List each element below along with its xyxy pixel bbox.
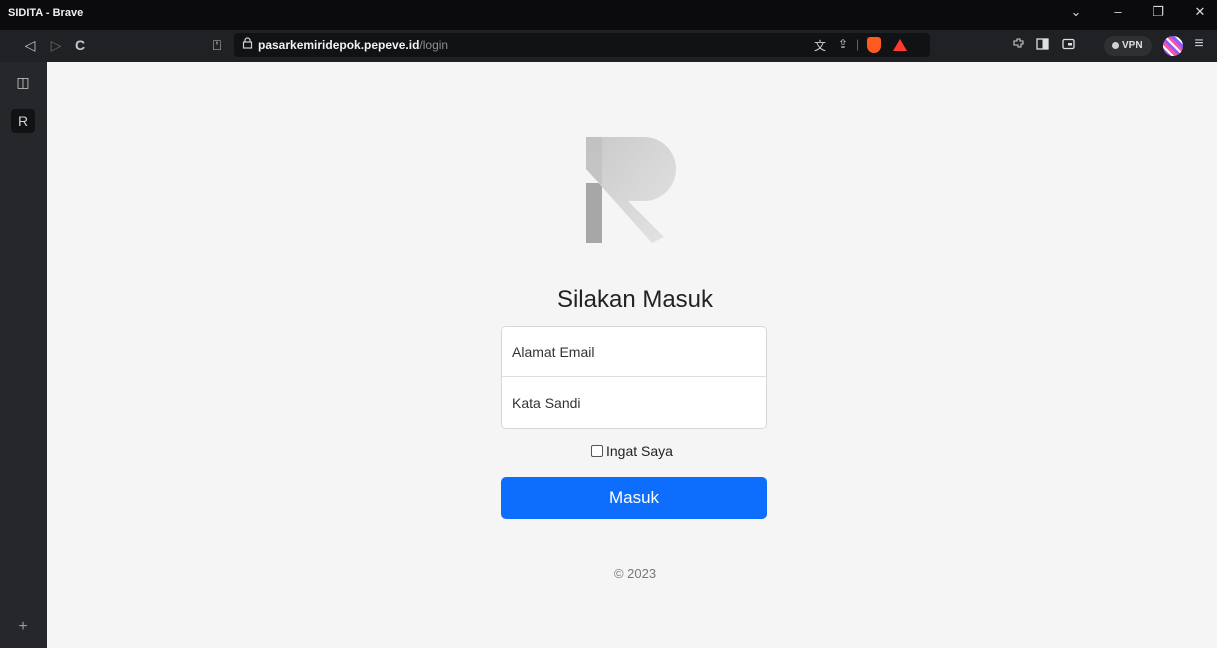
- login-form: [501, 326, 767, 429]
- restore-button[interactable]: ❐: [1146, 4, 1170, 20]
- window-titlebar: SIDITA - Brave ⌄ – ❐ ✕: [0, 0, 1217, 30]
- wallet-icon[interactable]: [1058, 37, 1078, 53]
- vpn-button[interactable]: VPN: [1104, 36, 1152, 56]
- remember-checkbox[interactable]: [591, 445, 603, 457]
- divider: |: [856, 37, 860, 51]
- remember-me[interactable]: Ingat Saya: [591, 443, 673, 459]
- vpn-label: VPN: [1122, 40, 1143, 51]
- browser-toolbar: ◁ ▷ C ⍞ pasarkemiridepok.pepeve.id/login…: [0, 30, 1217, 62]
- url-path: /login: [419, 38, 449, 52]
- address-bar[interactable]: pasarkemiridepok.pepeve.id/login 文 ⇪ |: [234, 33, 930, 57]
- brave-shields-icon[interactable]: [867, 37, 881, 53]
- minimize-button[interactable]: –: [1106, 4, 1130, 19]
- url-text: pasarkemiridepok.pepeve.id/login: [258, 38, 448, 52]
- sidebar-toggle-icon[interactable]: [1032, 37, 1052, 53]
- email-field[interactable]: [502, 327, 766, 377]
- url-host: pasarkemiridepok.pepeve.id: [258, 38, 420, 52]
- login-button[interactable]: Masuk: [501, 477, 767, 519]
- reload-icon[interactable]: C: [70, 37, 90, 53]
- sidebar-panel-icon[interactable]: ◫: [11, 70, 35, 94]
- close-button[interactable]: ✕: [1188, 4, 1212, 20]
- remember-label: Ingat Saya: [606, 443, 673, 459]
- extensions-icon[interactable]: [1008, 37, 1028, 53]
- brave-rewards-icon[interactable]: [893, 39, 907, 51]
- sidebar-add-icon[interactable]: +: [11, 618, 35, 636]
- vpn-status-icon: [1112, 42, 1119, 49]
- tab-search-icon[interactable]: ⌄: [1064, 4, 1088, 20]
- bookmark-icon[interactable]: ⍞: [207, 37, 227, 54]
- lock-icon: [242, 37, 253, 52]
- menu-icon[interactable]: ≡: [1189, 35, 1209, 53]
- translate-icon[interactable]: 文: [814, 37, 826, 54]
- footer-copyright: © 2023: [613, 566, 657, 581]
- browser-sidebar: ◫ R +: [0, 62, 47, 648]
- sidebar-app-icon[interactable]: R: [11, 109, 35, 133]
- window-title: SIDITA - Brave: [8, 7, 84, 19]
- page-title: Silakan Masuk: [556, 286, 714, 313]
- forward-icon[interactable]: ▷: [46, 37, 66, 54]
- password-field[interactable]: [502, 378, 766, 428]
- profile-avatar[interactable]: [1163, 36, 1183, 56]
- logo-icon: [586, 137, 676, 243]
- back-icon[interactable]: ◁: [20, 37, 40, 54]
- share-icon[interactable]: ⇪: [838, 37, 848, 51]
